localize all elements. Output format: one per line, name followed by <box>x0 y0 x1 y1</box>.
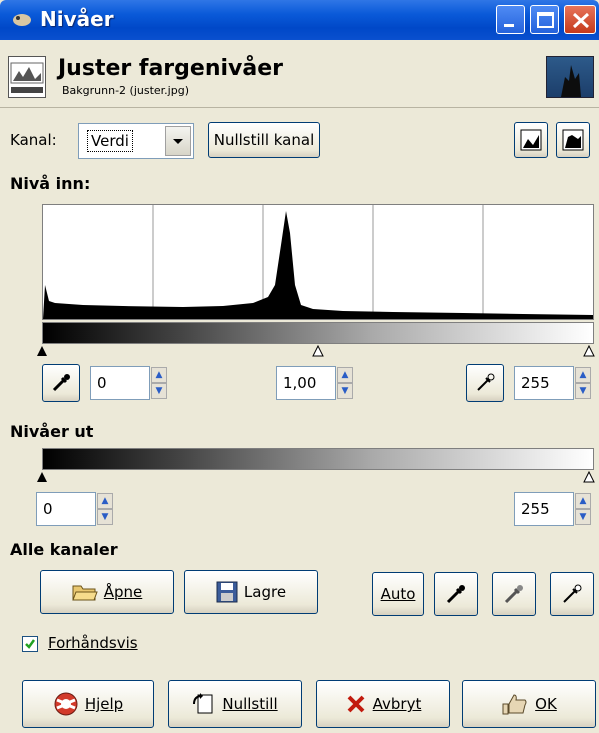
maximize-button[interactable] <box>530 5 559 34</box>
save-button[interactable]: Lagre <box>184 570 318 614</box>
input-low-spinbox[interactable]: 0 ▲ ▼ <box>90 366 167 400</box>
output-low-stepper[interactable]: ▲ ▼ <box>97 493 115 527</box>
open-label: Åpne <box>103 583 143 601</box>
help-label: Hjelp <box>84 695 124 713</box>
folder-open-icon <box>72 585 98 601</box>
input-low-value: 0 <box>97 374 107 392</box>
linear-histogram-button[interactable] <box>514 122 548 158</box>
eyedropper-icon <box>477 373 495 391</box>
cancel-button[interactable]: Avbryt <box>316 680 450 728</box>
close-button[interactable] <box>564 5 596 34</box>
input-high-spinbox[interactable]: 255 ▲ ▼ <box>514 366 591 400</box>
output-low-handle[interactable] <box>37 472 47 482</box>
cancel-label: Avbryt <box>372 695 422 713</box>
window-title: Nivåer <box>40 7 114 31</box>
reset-channel-button[interactable]: Nullstill kanal <box>208 122 320 158</box>
input-high-handle[interactable] <box>583 344 595 357</box>
all-channels-label: Alle kanaler <box>10 540 118 559</box>
checkmark-icon <box>25 639 36 649</box>
white-eyedropper-button[interactable] <box>550 572 594 616</box>
output-levels-label: Nivåer ut <box>10 422 94 441</box>
levels-icon <box>8 56 46 98</box>
auto-label: Auto <box>380 585 416 603</box>
open-button[interactable]: Åpne <box>40 570 174 614</box>
linear-histogram-icon <box>520 129 542 151</box>
input-gamma-spinbox[interactable]: 1,00 ▲ ▼ <box>276 366 353 400</box>
ok-button[interactable]: OK <box>462 680 596 728</box>
dialog-subtitle: Bakgrunn-2 (juster.jpg) <box>62 84 189 97</box>
reset-icon <box>193 693 213 714</box>
channel-select[interactable]: Verdi <box>78 123 194 159</box>
output-gradient-bar[interactable] <box>42 448 594 470</box>
histogram-graph <box>43 205 593 319</box>
gray-eyedropper-button[interactable] <box>492 572 536 616</box>
help-button[interactable]: Hjelp <box>22 680 154 728</box>
channel-value: Verdi <box>87 130 133 152</box>
dialog-title: Juster fargenivåer <box>58 56 283 81</box>
title-bar[interactable]: Nivåer <box>0 0 599 40</box>
white-point-picker-button[interactable] <box>466 364 504 402</box>
input-gamma-value: 1,00 <box>283 374 317 392</box>
input-slider-handles[interactable] <box>36 344 596 358</box>
input-high-stepper[interactable]: ▲ ▼ <box>575 367 593 401</box>
output-high-spinbox[interactable]: 255 ▲ ▼ <box>514 492 591 526</box>
preview-checkbox[interactable] <box>22 636 38 652</box>
output-low-spinbox[interactable]: 0 ▲ ▼ <box>36 492 113 526</box>
output-low-value: 0 <box>43 500 53 518</box>
input-high-value: 255 <box>521 374 550 392</box>
reset-channel-label: Nullstill kanal <box>213 131 315 149</box>
input-low-stepper[interactable]: ▲ ▼ <box>151 367 169 401</box>
minimize-button[interactable] <box>496 5 525 34</box>
reset-label: Nullstill <box>222 695 278 713</box>
eyedropper-icon <box>504 585 523 604</box>
eyedropper-icon <box>52 374 70 392</box>
maximize-icon <box>537 12 554 28</box>
eyedropper-icon <box>563 584 582 603</box>
chevron-down-icon[interactable] <box>165 126 191 156</box>
close-icon <box>347 695 365 713</box>
eyedropper-icon <box>446 585 465 604</box>
histogram <box>42 204 594 320</box>
preview-label[interactable]: Forhåndsvis <box>48 634 138 652</box>
preview-label-text: Forhåndsvis <box>48 634 138 652</box>
output-slider-handles[interactable] <box>36 470 596 484</box>
input-low-handle[interactable] <box>37 346 47 356</box>
black-point-picker-button[interactable] <box>42 364 80 402</box>
thumbs-up-icon <box>502 694 527 715</box>
output-high-value: 255 <box>521 500 550 518</box>
input-gamma-stepper[interactable]: ▲ ▼ <box>337 367 355 401</box>
black-eyedropper-button[interactable] <box>434 572 478 616</box>
output-high-stepper[interactable]: ▲ ▼ <box>575 493 593 527</box>
gimp-icon <box>13 14 31 26</box>
log-histogram-button[interactable] <box>556 122 590 158</box>
close-icon <box>572 12 590 29</box>
image-thumbnail <box>546 56 594 98</box>
channel-label: Kanal: <box>10 131 57 149</box>
log-histogram-icon <box>562 129 584 151</box>
save-label: Lagre <box>243 583 287 601</box>
input-gradient-bar[interactable] <box>42 322 594 344</box>
floppy-disk-icon <box>216 581 238 603</box>
reset-button[interactable]: Nullstill <box>168 680 302 728</box>
lifebuoy-icon <box>54 692 78 716</box>
ok-label: OK <box>535 695 557 713</box>
input-levels-label: Nivå inn: <box>10 174 91 193</box>
minimize-icon <box>504 24 514 27</box>
auto-button[interactable]: Auto <box>372 572 424 616</box>
output-high-handle[interactable] <box>583 470 595 483</box>
input-gamma-handle[interactable] <box>312 344 324 357</box>
